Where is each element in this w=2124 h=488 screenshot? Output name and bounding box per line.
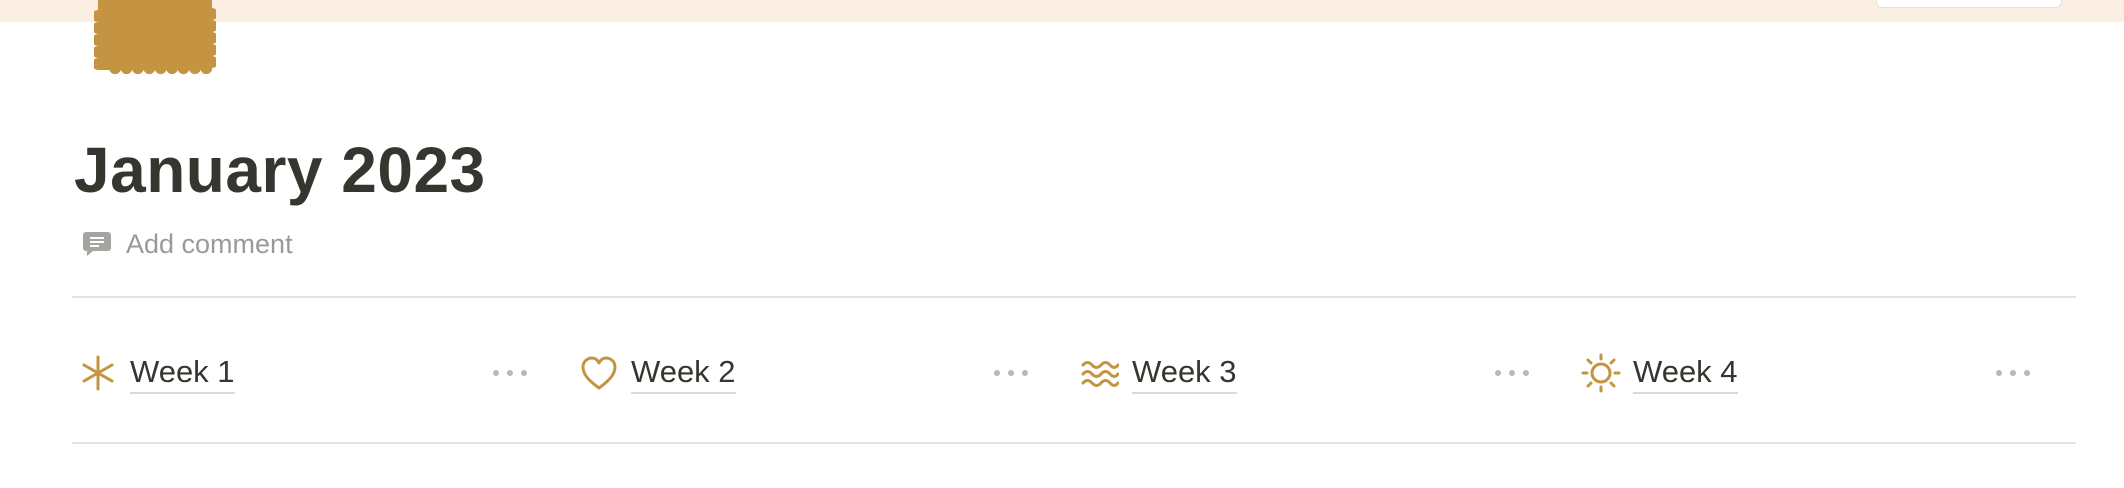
week-3-link[interactable]: Week 3 [1132,353,1237,394]
stamp-icon [92,0,218,75]
weeks-row: Week 1 Week 2 Week 3 Week 4 [72,338,2076,408]
more-options-icon[interactable] [994,363,1028,383]
week-item-1[interactable]: Week 1 [72,338,573,408]
add-comment-button[interactable]: Add comment [82,226,293,262]
week-4-link[interactable]: Week 4 [1633,353,1738,394]
asterisk-icon [78,353,118,393]
comment-icon [83,232,111,256]
more-options-icon[interactable] [1495,363,1529,383]
week-item-2[interactable]: Week 2 [573,338,1074,408]
week-1-link[interactable]: Week 1 [130,353,235,394]
heart-icon [579,353,619,393]
sun-icon [1581,353,1621,393]
week-2-link[interactable]: Week 2 [631,353,736,394]
divider-bottom [72,442,2076,444]
more-options-icon[interactable] [493,363,527,383]
add-comment-label: Add comment [126,228,293,259]
week-item-4[interactable]: Week 4 [1575,338,2076,408]
more-options-icon[interactable] [1996,363,2030,383]
waves-icon [1080,353,1120,393]
page-icon[interactable] [92,0,218,78]
change-cover-button[interactable] [1876,0,2062,8]
divider-top [72,296,2076,298]
week-item-3[interactable]: Week 3 [1074,338,1575,408]
page-title[interactable]: January 2023 [74,132,486,208]
cover-banner [0,0,2124,22]
